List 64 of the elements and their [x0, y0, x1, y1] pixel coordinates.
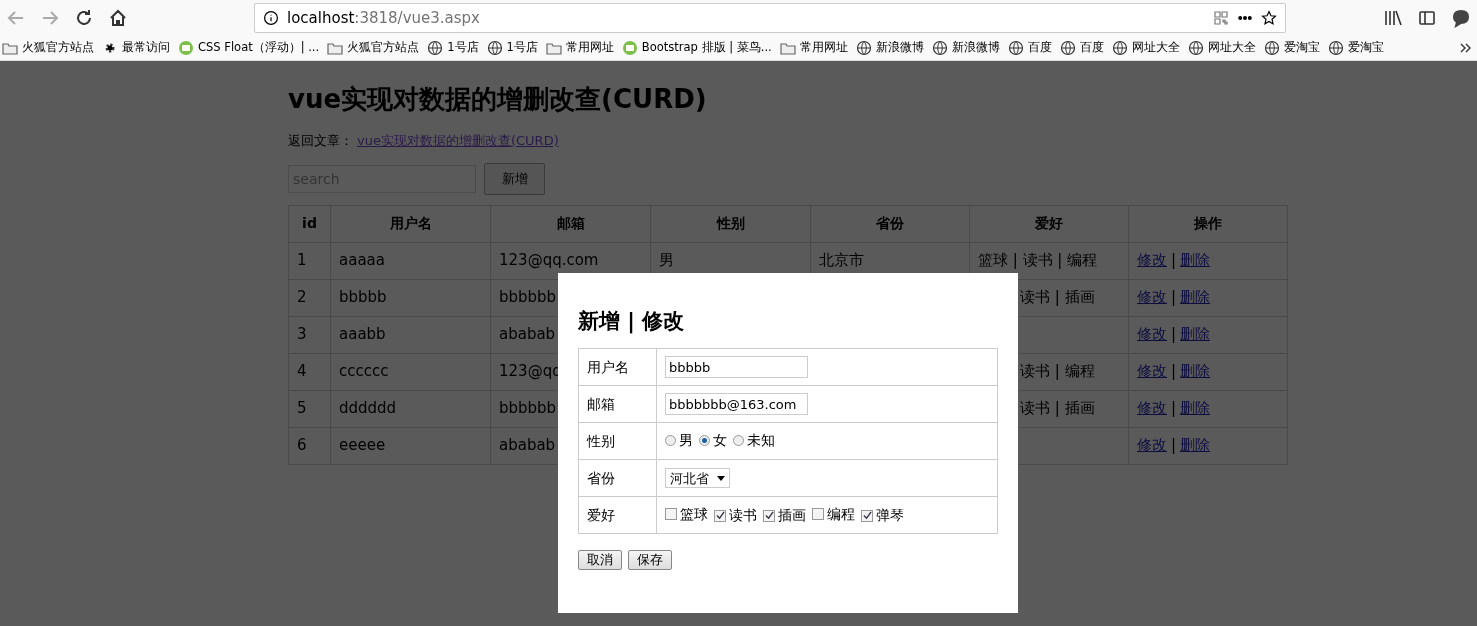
column-header: 爱好 — [969, 205, 1129, 242]
option-label: 篮球 — [680, 504, 708, 524]
bookmark[interactable]: 1号店 — [486, 39, 538, 57]
bookmark[interactable]: 百度 — [1007, 39, 1052, 57]
bookmark[interactable]: 常用网址 — [545, 39, 614, 57]
bookmark[interactable]: 爱淘宝 — [1327, 39, 1384, 57]
option-label: 读书 — [729, 506, 757, 526]
bookmark[interactable]: 爱淘宝 — [1263, 39, 1320, 57]
table-cell: 6 — [288, 427, 331, 464]
table-cell: aaaaa — [330, 242, 491, 279]
link-separator: | — [1171, 362, 1177, 381]
url-text[interactable]: localhost:3818/vue3.aspx — [287, 6, 480, 30]
column-header: 操作 — [1128, 205, 1288, 242]
field-label: 爱好 — [578, 496, 657, 534]
option-label: 弹琴 — [876, 506, 904, 526]
bookmark[interactable]: 火狐官方站点 — [2, 39, 94, 57]
column-header: 邮箱 — [490, 205, 651, 242]
url-bar[interactable]: localhost:3818/vue3.aspx — [254, 3, 1286, 33]
bookmark[interactable]: 1号店 — [427, 39, 479, 57]
input-field[interactable]: bbbbbbb@163.com — [665, 393, 808, 416]
table-cell: 1 — [288, 242, 331, 279]
bookmark[interactable]: 新浪微博 — [931, 39, 1000, 57]
table-cell: bbbbb — [330, 279, 491, 316]
field-label: 性别 — [578, 422, 657, 460]
link-separator: | — [1171, 436, 1177, 455]
table-cell: 3 — [288, 316, 331, 353]
table-cell: 5 — [288, 390, 331, 427]
bookmark[interactable]: 网址大全 — [1111, 39, 1180, 57]
link-separator: | — [1171, 251, 1177, 270]
option-label: 男 — [679, 431, 693, 451]
bookmark[interactable]: Bootstrap 排版 | 菜鸟... — [621, 39, 772, 57]
field-label: 用户名 — [578, 348, 657, 386]
option-label: 编程 — [827, 504, 855, 524]
column-header: id — [288, 205, 331, 242]
province-select[interactable]: 河北省 — [665, 468, 730, 489]
field-label: 邮箱 — [578, 385, 657, 423]
bookmark[interactable]: 百度 — [1059, 39, 1104, 57]
dialog-button[interactable]: 取消 — [578, 550, 622, 571]
field-label: 省份 — [578, 459, 657, 497]
bookmark[interactable]: 火狐官方站点 — [327, 39, 420, 57]
table-cell: cccccc — [330, 353, 491, 390]
option-label: 未知 — [747, 431, 775, 451]
back-label: 返回文章： — [288, 132, 353, 150]
table-cell: 4 — [288, 353, 331, 390]
dialog-button[interactable]: 保存 — [628, 550, 672, 571]
option-label: 插画 — [778, 506, 806, 526]
column-header: 性别 — [650, 205, 811, 242]
table-cell: dddddd — [330, 390, 491, 427]
link-separator: | — [1171, 288, 1177, 307]
link-separator: | — [1171, 399, 1177, 418]
page-title: vue实现对数据的增删改查(CURD) — [288, 83, 708, 116]
bookmark[interactable]: CSS Float（浮动）| ... — [178, 39, 320, 57]
bookmark[interactable]: 新浪微博 — [855, 39, 924, 57]
column-header: 用户名 — [330, 205, 491, 242]
bookmark[interactable]: 常用网址 — [779, 39, 848, 57]
column-header: 省份 — [810, 205, 970, 242]
table-cell: 2 — [288, 279, 331, 316]
table-cell: eeeee — [330, 427, 491, 464]
bookmark[interactable]: 网址大全 — [1187, 39, 1256, 57]
link-separator: | — [1171, 325, 1177, 344]
bookmark[interactable]: 最常访问 — [102, 39, 170, 57]
table-cell: aaabb — [330, 316, 491, 353]
input-field[interactable]: bbbbb — [665, 356, 808, 379]
option-label: 女 — [713, 431, 727, 451]
